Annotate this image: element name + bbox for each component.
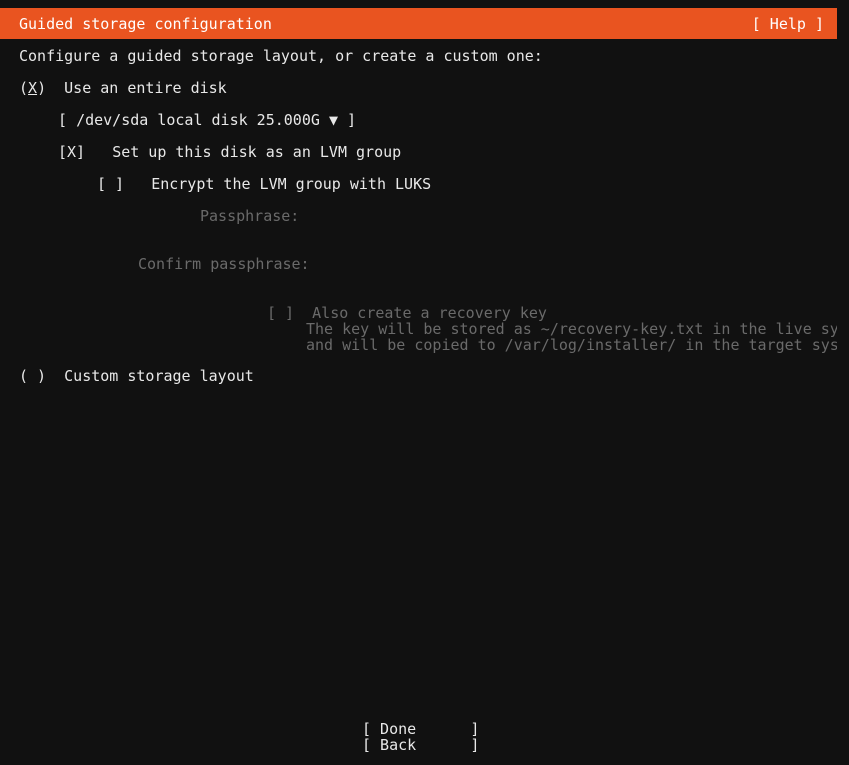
spacer	[85, 143, 112, 161]
option-use-entire-disk-label: Use an entire disk	[64, 79, 227, 97]
spacer	[46, 367, 64, 385]
right-gutter	[837, 0, 849, 765]
done-button[interactable]: [ Done ]	[362, 721, 479, 737]
passphrase-label: Passphrase:	[200, 208, 299, 224]
checkbox-recovery-key: [ ] Also create a recovery key	[267, 305, 547, 321]
terminal-screen: Guided storage configuration [ Help ] Co…	[0, 0, 837, 765]
radio-close-paren: )	[37, 79, 46, 97]
checkbox-recovery-key-box: [ ]	[267, 304, 294, 322]
radio-custom-storage-layout: ( )	[19, 367, 46, 385]
option-use-entire-disk[interactable]: (X) Use an entire disk	[19, 80, 227, 96]
checkbox-lvm-group-label: Set up this disk as an LVM group	[112, 143, 401, 161]
back-button[interactable]: [ Back ]	[362, 737, 479, 753]
spacer	[338, 111, 347, 129]
option-custom-storage-layout[interactable]: ( ) Custom storage layout	[19, 368, 254, 384]
radio-mark-entire-disk: X	[28, 79, 37, 97]
disk-select-dropdown[interactable]: [ /dev/sda local disk 25.000G ▼ ]	[58, 112, 356, 128]
spacer	[124, 175, 151, 193]
page-title: Guided storage configuration	[19, 16, 272, 32]
recovery-key-description-line-1: The key will be stored as ~/recovery-key…	[306, 321, 849, 337]
checkbox-encrypt-luks[interactable]: [ ] Encrypt the LVM group with LUKS	[97, 176, 431, 192]
chevron-down-icon: ▼	[329, 111, 338, 129]
disk-select-open-bracket: [	[58, 111, 67, 129]
confirm-passphrase-label: Confirm passphrase:	[138, 256, 310, 272]
help-button[interactable]: [ Help ]	[752, 16, 824, 32]
intro-text: Configure a guided storage layout, or cr…	[19, 48, 543, 64]
checkbox-encrypt-luks-label: Encrypt the LVM group with LUKS	[151, 175, 431, 193]
spacer	[46, 79, 64, 97]
header-bar: Guided storage configuration [ Help ]	[0, 8, 837, 39]
spacer	[67, 111, 76, 129]
option-custom-storage-layout-label: Custom storage layout	[64, 367, 254, 385]
checkbox-lvm-group[interactable]: [X] Set up this disk as an LVM group	[58, 144, 401, 160]
checkbox-lvm-group-box: [X]	[58, 143, 85, 161]
disk-select-close-bracket: ]	[347, 111, 356, 129]
disk-select-value: /dev/sda local disk 25.000G	[76, 111, 320, 129]
recovery-key-description-line-2: and will be copied to /var/log/installer…	[306, 337, 849, 353]
checkbox-encrypt-luks-box: [ ]	[97, 175, 124, 193]
spacer	[320, 111, 329, 129]
radio-open-paren: (	[19, 79, 28, 97]
